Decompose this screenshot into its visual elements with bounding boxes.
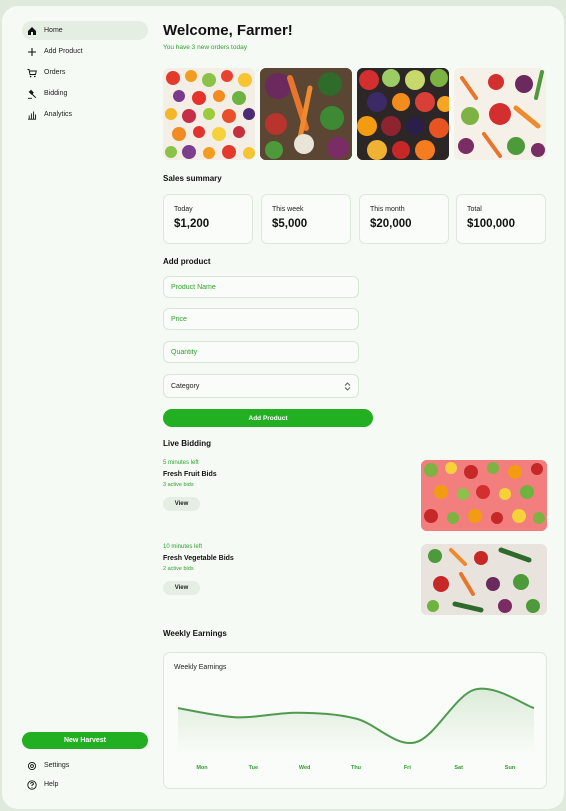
bid-time-left: 10 minutes left — [163, 544, 203, 550]
stat-label: Today — [174, 206, 193, 213]
sidebar-item-bidding[interactable]: Bidding — [22, 84, 148, 103]
stat-card-this-month: This month $20,000 — [359, 194, 449, 244]
app-window: Home Add Product Orders Bidding Analytic… — [2, 6, 564, 809]
stat-value: $5,000 — [272, 218, 308, 230]
x-tick-label: Thu — [350, 765, 362, 771]
add-product-title: Add product — [163, 257, 211, 266]
sidebar-item-help[interactable]: Help — [22, 775, 148, 794]
x-tick-label: Sun — [504, 765, 516, 771]
view-fruit-bids-button[interactable]: View — [163, 497, 200, 511]
new-harvest-button[interactable]: New Harvest — [22, 732, 148, 749]
sidebar-item-label: Help — [44, 781, 59, 788]
stat-card-total: Total $100,000 — [456, 194, 546, 244]
sidebar-item-label: Bidding — [44, 90, 68, 97]
help-icon — [27, 779, 37, 790]
category-select-label: Category — [171, 382, 200, 390]
fruit-bids-image — [421, 460, 547, 531]
plus-icon — [28, 47, 36, 56]
weekly-earnings-card: Weekly Earnings Mon Tue Wed Thu Fri Sat Sun — [163, 652, 547, 789]
sidebar-item-home[interactable]: Home — [22, 21, 148, 40]
stat-card-this-week: This week $5,000 — [261, 194, 351, 244]
sidebar-item-label: Settings — [44, 762, 70, 769]
page-title: Welcome, Farmer! — [163, 22, 293, 39]
gear-icon — [27, 761, 37, 770]
produce-image-fruit-pile — [357, 68, 449, 160]
main-content: Welcome, Farmer! You have 3 new orders t… — [163, 6, 547, 809]
bid-time-left: 5 minutes left — [163, 460, 199, 466]
bid-title: Fresh Vegetable Bids — [163, 555, 234, 562]
sidebar-item-add-product[interactable]: Add Product — [22, 42, 148, 61]
x-tick-label: Sat — [454, 765, 463, 771]
sidebar-item-label: Add Product — [44, 48, 83, 55]
x-tick-label: Mon — [196, 765, 208, 771]
view-vegetable-bids-button[interactable]: View — [163, 581, 200, 595]
stat-value: $20,000 — [370, 218, 412, 230]
product-name-input[interactable] — [163, 276, 359, 298]
vegetable-bids-image — [421, 544, 547, 615]
x-tick-label: Fri — [403, 765, 411, 771]
bid-count: 2 active bids — [163, 566, 194, 572]
home-icon — [28, 26, 36, 35]
produce-image-vegetables — [260, 68, 352, 160]
gavel-icon — [28, 89, 37, 99]
sidebar-item-label: Home — [44, 27, 63, 34]
stat-label: This month — [370, 206, 405, 213]
sidebar-item-label: Analytics — [44, 111, 73, 118]
cart-icon — [27, 68, 37, 77]
produce-image-veg-pattern — [454, 68, 546, 160]
sales-summary-title: Sales summary — [163, 174, 222, 183]
sidebar-item-analytics[interactable]: Analytics — [22, 105, 148, 124]
add-product-button[interactable]: Add Product — [163, 409, 373, 427]
chart-area-fill — [178, 688, 534, 753]
orders-notice: You have 3 new orders today — [163, 44, 247, 51]
price-input[interactable] — [163, 308, 359, 330]
bid-count: 3 active bids — [163, 482, 194, 488]
bid-title: Fresh Fruit Bids — [163, 471, 217, 478]
stat-value: $100,000 — [467, 218, 515, 230]
quantity-input[interactable] — [163, 341, 359, 363]
stat-card-today: Today $1,200 — [163, 194, 253, 244]
bar-chart-icon — [28, 111, 37, 120]
stat-label: This week — [272, 206, 304, 213]
weekly-earnings-title: Weekly Earnings — [163, 629, 227, 638]
sidebar-item-settings[interactable]: Settings — [22, 756, 148, 775]
chevron-up-down-icon — [344, 381, 351, 391]
x-tick-label: Wed — [298, 765, 311, 771]
live-bidding-title: Live Bidding — [163, 439, 211, 448]
produce-image-mixed-fruit — [163, 68, 255, 160]
x-tick-label: Tue — [248, 765, 259, 771]
stat-value: $1,200 — [174, 218, 210, 230]
stat-label: Total — [467, 206, 482, 213]
sidebar: Home Add Product Orders Bidding Analytic… — [2, 6, 162, 809]
category-select[interactable]: Category — [163, 374, 359, 398]
sidebar-item-label: Orders — [44, 69, 66, 76]
sidebar-item-orders[interactable]: Orders — [22, 63, 148, 82]
